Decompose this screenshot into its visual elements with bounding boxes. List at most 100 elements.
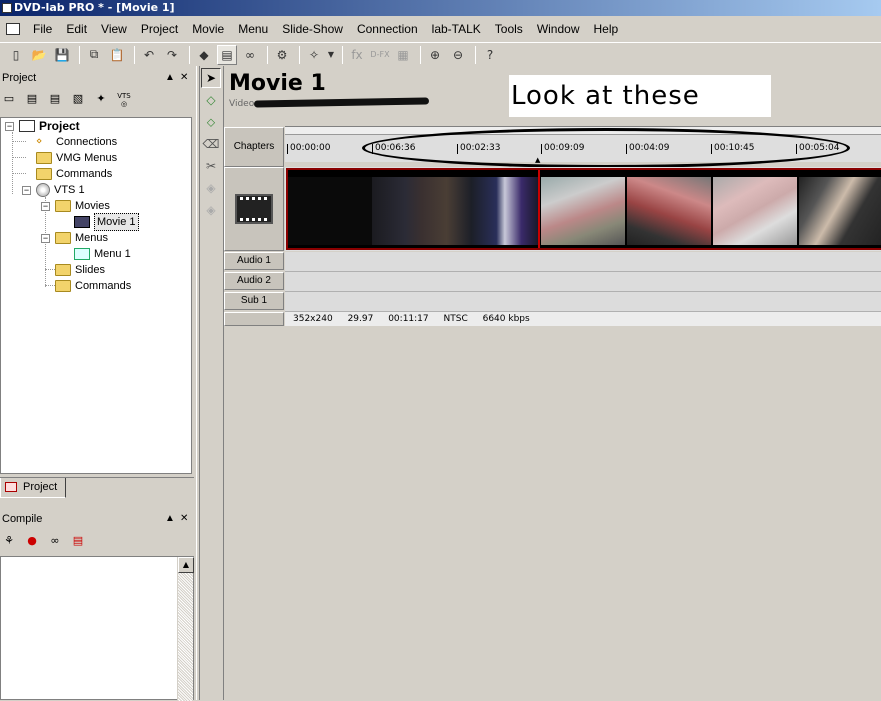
system-menu-icon[interactable] bbox=[6, 23, 20, 35]
chapter-ruler[interactable]: 00:00:00 00:06:36 00:02:33 00:09:09 00:0… bbox=[285, 126, 881, 164]
title-bar: DVD-lab PRO * - [Movie 1] bbox=[0, 0, 881, 16]
dropdown-icon[interactable]: ▼ bbox=[327, 45, 335, 65]
thumbnail-frame bbox=[627, 177, 711, 245]
collapse-vts-button[interactable]: − bbox=[22, 186, 31, 195]
video-track[interactable] bbox=[285, 167, 881, 251]
movie-title: Movie 1 bbox=[229, 71, 326, 96]
compile-run-icon[interactable]: ● bbox=[23, 534, 41, 550]
copy-icon[interactable]: ⧉ bbox=[84, 45, 104, 65]
window-title: DVD-lab PRO * - [Movie 1] bbox=[14, 1, 175, 14]
menu-movie[interactable]: Movie bbox=[185, 18, 231, 40]
close-icon[interactable]: ✕ bbox=[180, 511, 188, 527]
tree-item-slides[interactable]: Slides bbox=[55, 262, 105, 278]
toolbar-separator bbox=[134, 45, 135, 64]
dfx-icon[interactable]: D-FX bbox=[370, 45, 390, 65]
ruler-band bbox=[285, 127, 881, 135]
zoom-out-icon[interactable]: ⊖ bbox=[448, 45, 468, 65]
tree-item-commands[interactable]: Commands bbox=[36, 166, 112, 182]
add-vmg-menu-icon[interactable]: ▤ bbox=[46, 92, 64, 108]
compile-scrollbar[interactable]: ▲ bbox=[177, 557, 194, 701]
marker2-icon[interactable]: ◈ bbox=[201, 200, 221, 220]
tree-label: Movies bbox=[75, 200, 110, 212]
pointer-tool-icon[interactable]: ➤ bbox=[201, 68, 221, 88]
folder-icon bbox=[55, 280, 71, 292]
paste-icon[interactable]: 📋 bbox=[107, 45, 127, 65]
scissors-icon[interactable]: ✂ bbox=[201, 156, 221, 176]
move-chapter-icon[interactable]: ⬦ bbox=[201, 112, 221, 132]
project-tab-icon bbox=[5, 482, 17, 492]
close-icon[interactable]: ✕ bbox=[180, 70, 188, 86]
tree-item-connections[interactable]: ⋄ Connections bbox=[36, 134, 117, 150]
compile-icon[interactable]: ⚙ bbox=[272, 45, 292, 65]
save-icon[interactable]: 💾 bbox=[52, 45, 72, 65]
toolbar-separator bbox=[189, 45, 190, 64]
add-slide-icon[interactable]: ▧ bbox=[69, 92, 87, 108]
menu-tools[interactable]: Tools bbox=[488, 18, 530, 40]
clapper-icon[interactable]: ▦ bbox=[393, 45, 413, 65]
tree-item-movies[interactable]: Movies bbox=[55, 198, 110, 214]
menu-window[interactable]: Window bbox=[530, 18, 587, 40]
report-icon[interactable]: ▤ bbox=[69, 534, 87, 550]
fps-value: 29.97 bbox=[347, 314, 374, 324]
audio-2-track[interactable] bbox=[285, 272, 881, 292]
menu-help[interactable]: Help bbox=[587, 18, 626, 40]
open-icon[interactable]: 📂 bbox=[29, 45, 49, 65]
audio-1-track[interactable] bbox=[285, 252, 881, 272]
find-icon[interactable]: ∞ bbox=[46, 534, 64, 550]
new-icon[interactable]: ▯ bbox=[6, 45, 26, 65]
fx-icon[interactable]: fx bbox=[347, 45, 367, 65]
properties-icon[interactable]: ✦ bbox=[92, 92, 110, 108]
tree-label: Movie 1 bbox=[94, 213, 139, 231]
collapse-menus-button[interactable]: − bbox=[41, 234, 50, 243]
menu-edit[interactable]: Edit bbox=[59, 18, 94, 40]
menu-connection[interactable]: Connection bbox=[350, 18, 425, 40]
tree-item-commands-vts[interactable]: Commands bbox=[55, 278, 131, 294]
collapse-icon[interactable]: ▲ bbox=[165, 70, 175, 86]
redo-icon[interactable]: ↷ bbox=[162, 45, 182, 65]
collapse-movies-button[interactable]: − bbox=[41, 202, 50, 211]
connect-icon[interactable]: ◆ bbox=[194, 45, 214, 65]
add-menu-icon[interactable]: ▤ bbox=[23, 92, 41, 108]
menu-project[interactable]: Project bbox=[134, 18, 185, 40]
toolbar-separator bbox=[342, 45, 343, 64]
tree-label: VMG Menus bbox=[56, 152, 118, 164]
help-icon[interactable]: ? bbox=[480, 45, 500, 65]
tree-item-menu-1[interactable]: Menu 1 bbox=[74, 246, 131, 262]
tree-label: Slides bbox=[75, 264, 105, 276]
undo-icon[interactable]: ↶ bbox=[139, 45, 159, 65]
project-tree: − Project ⋄ Connections VMG Menus Comman… bbox=[0, 117, 192, 474]
marker-icon[interactable]: ◈ bbox=[201, 178, 221, 198]
tab-project[interactable]: Project bbox=[0, 478, 66, 498]
collapse-project-button[interactable]: − bbox=[5, 122, 14, 131]
tree-item-vmg-menus[interactable]: VMG Menus bbox=[36, 150, 117, 166]
tree-item-menus[interactable]: Menus bbox=[55, 230, 108, 246]
magic-wand-icon[interactable]: ✧ bbox=[304, 45, 324, 65]
binoculars-icon[interactable]: ∞ bbox=[240, 45, 260, 65]
menu-menu[interactable]: Menu bbox=[231, 18, 275, 40]
tree-item-project[interactable]: Project bbox=[19, 118, 80, 134]
tree-label: Menu 1 bbox=[94, 248, 131, 260]
toolbar-separator bbox=[79, 45, 80, 64]
menu-file[interactable]: File bbox=[26, 18, 59, 40]
menu-slide-show[interactable]: Slide-Show bbox=[275, 18, 350, 40]
assets-icon[interactable]: ▤ bbox=[217, 44, 237, 65]
menu-lab-talk[interactable]: lab-TALK bbox=[425, 18, 488, 40]
add-movie-icon[interactable]: ▭ bbox=[0, 92, 18, 108]
sub-1-track[interactable] bbox=[285, 292, 881, 312]
add-chapter-icon[interactable]: ◇ bbox=[201, 90, 221, 110]
toolbar-separator bbox=[420, 45, 421, 64]
collapse-icon[interactable]: ▲ bbox=[165, 511, 175, 527]
tree-item-movie-1[interactable]: Movie 1 bbox=[74, 213, 139, 231]
add-vts-icon[interactable]: VTS ◎ bbox=[115, 92, 133, 108]
zoom-in-icon[interactable]: ⊕ bbox=[425, 45, 445, 65]
tree-item-vts-1[interactable]: VTS 1 bbox=[36, 182, 85, 198]
scroll-up-icon[interactable]: ▲ bbox=[178, 557, 194, 573]
compile-start-icon[interactable]: ⚘ bbox=[0, 534, 18, 550]
menu-view[interactable]: View bbox=[94, 18, 134, 40]
menu-bar: File Edit View Project Movie Menu Slide-… bbox=[0, 18, 881, 40]
eraser-icon[interactable]: ⌫ bbox=[201, 134, 221, 154]
playhead-icon[interactable]: ▲ bbox=[535, 156, 540, 164]
chapter-time: 00:05:04 bbox=[799, 143, 840, 153]
menu-icon bbox=[74, 248, 90, 260]
toolbar-separator bbox=[299, 45, 300, 64]
